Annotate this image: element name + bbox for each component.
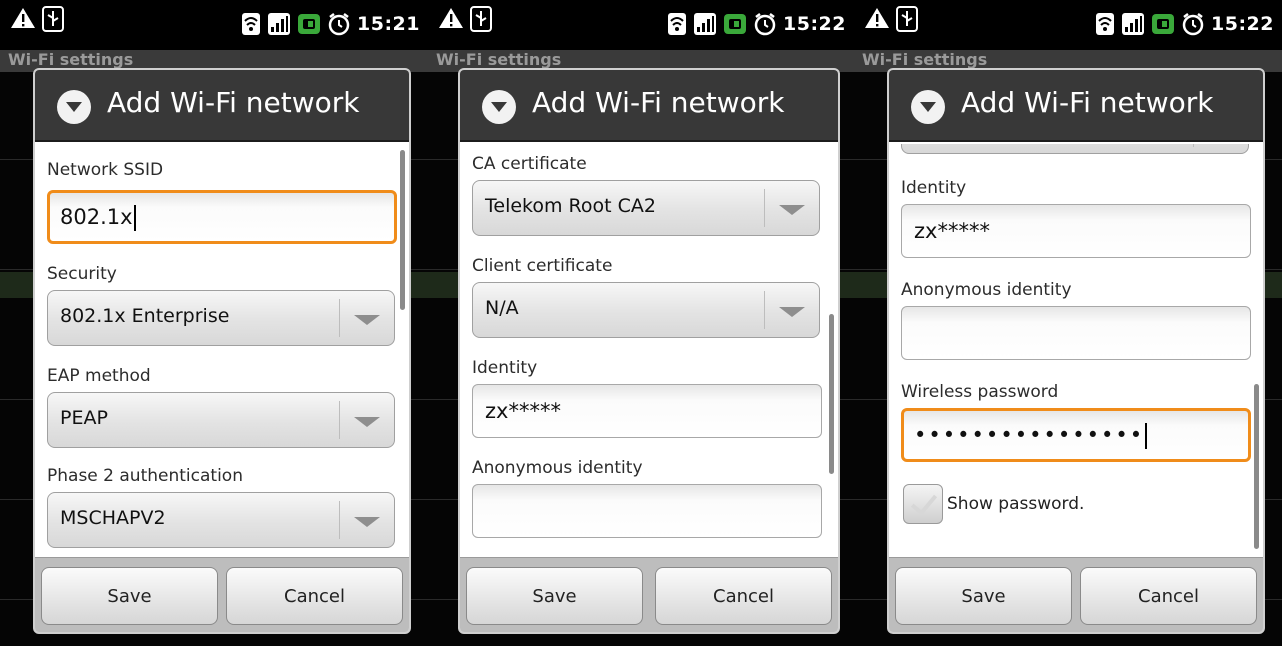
screen-3: 15:22 Wi-Fi settings Add Wi-Fi network I… [854,0,1282,646]
add-wifi-dialog: Add Wi-Fi network Identity zx***** Anony… [887,68,1265,634]
alarm-icon [1182,13,1204,36]
dropdown-arrow-icon [779,307,805,317]
dropdown-circle-icon [911,90,945,124]
anonymous-identity-label: Anonymous identity [901,280,1072,300]
add-wifi-dialog: Add Wi-Fi network Network SSID 802.1x Se… [33,68,411,634]
cancel-button[interactable]: Cancel [655,567,832,625]
identity-input[interactable]: zx***** [901,204,1251,258]
usb-icon [896,6,918,32]
dropdown-arrow-icon [354,417,380,427]
dialog-title: Add Wi-Fi network [107,86,360,119]
cancel-button[interactable]: Cancel [226,567,403,625]
wireless-password-label: Wireless password [901,382,1059,402]
signal-icon [268,13,291,35]
password-value: •••••••••••••••• [914,423,1145,447]
wireless-password-input[interactable]: •••••••••••••••• [901,408,1251,462]
ssid-input[interactable]: 802.1x [47,190,397,244]
warning-icon [439,8,463,28]
ca-certificate-value: Telekom Root CA2 [485,195,656,217]
signal-icon [1122,13,1145,35]
add-wifi-dialog: Add Wi-Fi network CA certificate Telekom… [458,68,840,634]
identity-input[interactable]: zx***** [472,384,822,438]
battery-icon [298,14,321,34]
alarm-icon [328,13,350,36]
identity-label: Identity [472,358,538,378]
clock-time: 15:22 [1211,13,1274,35]
alarm-icon [754,13,776,36]
status-bar: 15:22 [428,0,854,50]
dialog-footer: Save Cancel [35,557,409,632]
security-label: Security [47,264,117,284]
show-password-row[interactable]: Show password. [903,484,1084,524]
dropdown-arrow-icon [779,205,805,215]
status-bar: 15:21 [0,0,428,50]
eap-method-spinner[interactable]: PEAP [47,392,395,448]
signal-icon [694,13,717,35]
save-button[interactable]: Save [41,567,218,625]
usb-icon [42,6,64,32]
dialog-header: Add Wi-Fi network [460,70,838,142]
ssid-value: 802.1x [60,205,133,229]
client-certificate-label: Client certificate [472,256,613,276]
anonymous-identity-label: Anonymous identity [472,458,643,478]
eap-method-value: PEAP [60,407,108,429]
identity-label: Identity [901,178,967,198]
dropdown-circle-icon [57,90,91,124]
dialog-body[interactable]: Network SSID 802.1x Security 802.1x Ente… [35,144,409,561]
security-spinner[interactable]: 802.1x Enterprise [47,290,395,346]
wifi-icon [242,13,261,35]
dialog-footer: Save Cancel [889,557,1263,632]
ssid-label: Network SSID [47,160,164,180]
anonymous-identity-input[interactable] [901,306,1251,360]
dialog-header: Add Wi-Fi network [889,70,1263,142]
battery-icon [1152,14,1175,34]
phase2-label: Phase 2 authentication [47,466,243,486]
dialog-header: Add Wi-Fi network [35,70,409,142]
warning-icon [11,8,35,28]
anonymous-identity-input[interactable] [472,484,822,538]
dialog-title: Add Wi-Fi network [532,86,785,119]
scrollbar[interactable] [400,150,405,310]
status-bar: 15:22 [854,0,1282,50]
dropdown-circle-icon [482,90,516,124]
wifi-icon [668,13,687,35]
scrollbar[interactable] [829,314,834,474]
wifi-icon [1096,13,1115,35]
dialog-body[interactable]: Identity zx***** Anonymous identity Wire… [889,144,1263,561]
dialog-body[interactable]: CA certificate Telekom Root CA2 Client c… [460,144,838,561]
text-caret [1145,423,1148,449]
save-button[interactable]: Save [895,567,1072,625]
clock-time: 15:22 [783,13,846,35]
client-certificate-value: N/A [485,297,519,319]
show-password-label: Show password. [947,494,1085,514]
client-certificate-spinner[interactable]: N/A [472,282,820,338]
show-password-checkbox[interactable] [903,484,943,524]
screen-1: 15:21 Wi-Fi settings Add Wi-Fi network N… [0,0,428,646]
phase2-spinner[interactable]: MSCHAPV2 [47,492,395,548]
clock-time: 15:21 [357,13,420,35]
phase2-value: MSCHAPV2 [60,507,166,529]
dropdown-arrow-icon [354,517,380,527]
warning-icon [865,8,889,28]
eap-method-label: EAP method [47,366,151,386]
save-button[interactable]: Save [466,567,643,625]
scrollbar[interactable] [1254,384,1259,549]
usb-icon [470,6,492,32]
phase2-spinner-partial[interactable] [901,144,1249,154]
ca-certificate-label: CA certificate [472,154,587,174]
dialog-title: Add Wi-Fi network [961,86,1214,119]
security-value: 802.1x Enterprise [60,305,230,327]
cancel-button[interactable]: Cancel [1080,567,1257,625]
battery-icon [724,14,747,34]
dialog-footer: Save Cancel [460,557,838,632]
dropdown-arrow-icon [354,315,380,325]
ca-certificate-spinner[interactable]: Telekom Root CA2 [472,180,820,236]
screen-2: 15:22 Wi-Fi settings Add Wi-Fi network C… [428,0,854,646]
text-caret [133,205,136,231]
